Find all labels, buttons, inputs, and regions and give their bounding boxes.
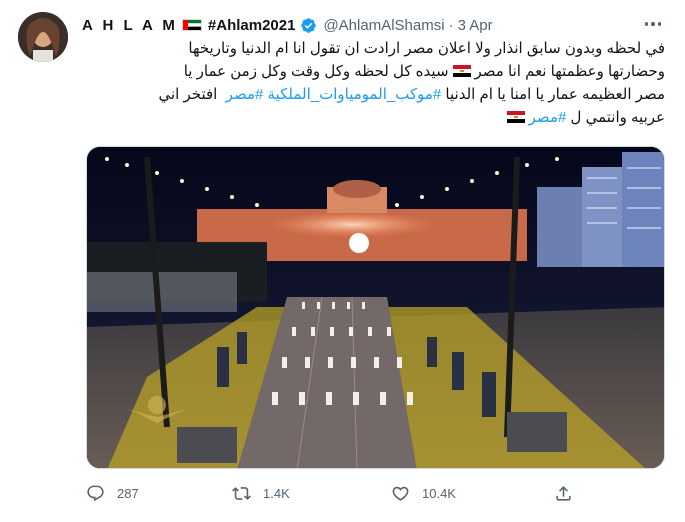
parade-night-photo: [87, 147, 664, 468]
uae-flag-icon: [181, 19, 202, 31]
reply-count: 287: [117, 486, 139, 501]
tweet-actions: 287 1.4K 10.4K: [86, 484, 586, 510]
tweet-line: في لحظه وبدون سابق انذار ولا اعلان مصر ا…: [188, 40, 665, 57]
tweet-card[interactable]: A H L A M #Ahlam2021 @AhlamAlShamsi · 3 …: [0, 0, 685, 522]
like-count: 10.4K: [422, 486, 456, 501]
hashtag-link[interactable]: #موكب_المومياوات_الملكية: [268, 86, 442, 103]
heart-icon: [392, 486, 409, 501]
share-button[interactable]: [554, 484, 585, 503]
reply-icon: [87, 485, 104, 502]
tweet-media-photo[interactable]: [86, 146, 665, 469]
separator-dot: ·: [448, 16, 454, 34]
hashtag-link[interactable]: #مصر: [226, 86, 264, 103]
tweet-text-segment: عربيه وانتمي ل: [570, 109, 666, 126]
tweet-header: A H L A M #Ahlam2021 @AhlamAlShamsi · 3 …: [82, 14, 493, 36]
more-options-icon[interactable]: [641, 14, 665, 34]
tweet-line: وحضارتها وعظمتها نعم انا مصر سيده كل لحظه…: [82, 60, 665, 83]
display-name[interactable]: A H L A M: [82, 17, 178, 34]
avatar-image: [18, 12, 68, 62]
tweet-text-segment: افتخر اني: [158, 86, 218, 103]
tweet-date[interactable]: 3 Apr: [458, 17, 493, 34]
tweet-line: مصر العظيمه عمار يا امنا يا ام الدنيا #م…: [82, 83, 665, 106]
tweet-text-segment: وحضارتها وعظمتها نعم انا مصر: [474, 63, 665, 80]
like-button[interactable]: 10.4K: [391, 484, 456, 503]
reply-button[interactable]: 287: [86, 484, 139, 503]
tweet-line: عربيه وانتمي ل #مصر: [82, 106, 665, 129]
retweet-count: 1.4K: [263, 486, 290, 501]
tweet-text-segment: مصر العظيمه عمار يا امنا يا ام الدنيا: [445, 86, 665, 103]
tweet-text-segment: سيده كل لحظه وكل وقت وكل زمن عمار يا: [183, 63, 449, 80]
share-icon: [556, 486, 571, 501]
name-hashtag: #Ahlam2021: [207, 16, 296, 34]
avatar[interactable]: [18, 12, 68, 62]
egypt-flag-icon: [452, 65, 471, 77]
retweet-button[interactable]: 1.4K: [232, 484, 290, 503]
verified-badge-icon: [301, 17, 317, 33]
egypt-flag-icon: [506, 111, 525, 123]
retweet-icon: [232, 487, 251, 500]
hashtag-link[interactable]: #مصر: [529, 109, 567, 126]
user-handle[interactable]: @AhlamAlShamsi: [323, 17, 444, 34]
tweet-text: في لحظه وبدون سابق انذار ولا اعلان مصر ا…: [82, 37, 665, 129]
